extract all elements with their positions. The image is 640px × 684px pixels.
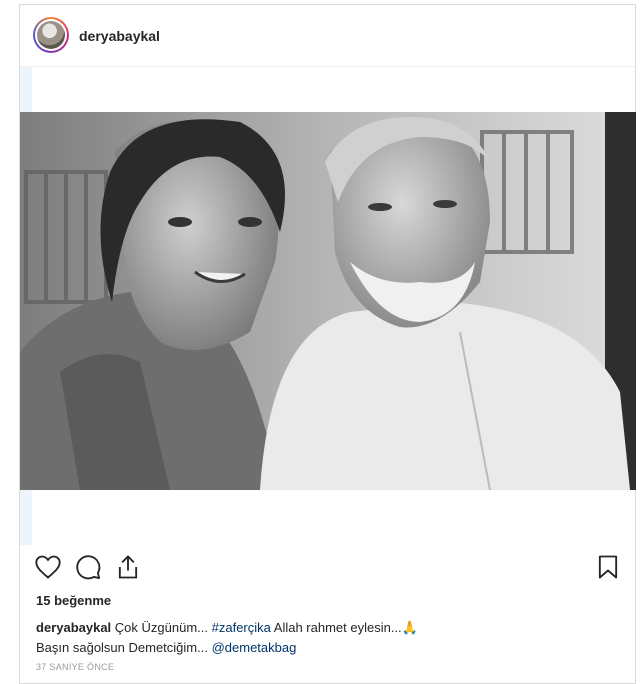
post-timestamp[interactable]: 37 SANİYE ÖNCE: [36, 662, 114, 672]
avatar[interactable]: [33, 17, 69, 53]
comment-bubble-icon: [76, 555, 101, 580]
share-button[interactable]: [114, 553, 144, 583]
image-margin-top: [20, 67, 32, 112]
mention-link[interactable]: @demetakbag: [212, 640, 297, 655]
like-count[interactable]: 15 beğenme: [36, 593, 111, 608]
caption-text: Çok Üzgünüm...: [114, 620, 208, 635]
pray-emoji: 🙏: [401, 620, 418, 635]
comment-button[interactable]: [74, 553, 104, 583]
avatar-inner: [35, 19, 67, 51]
avatar-image: [37, 21, 65, 49]
heart-icon: [35, 555, 61, 579]
instagram-post: deryabaykal 15 beğenme deryabaykal Çok Ü…: [19, 4, 636, 684]
image-margin-bottom: [20, 490, 32, 545]
save-button[interactable]: [594, 553, 624, 583]
post-username[interactable]: deryabaykal: [79, 28, 160, 44]
share-icon: [118, 555, 138, 579]
like-button[interactable]: [34, 553, 64, 583]
caption-username[interactable]: deryabaykal: [36, 620, 111, 635]
hashtag-link[interactable]: #zaferçika: [212, 620, 271, 635]
caption-line-2: Başın sağolsun Demetciğim...: [36, 640, 208, 655]
action-bar: [20, 553, 635, 587]
post-photo[interactable]: [20, 112, 636, 490]
bookmark-icon: [598, 555, 618, 579]
photo-illustration: [20, 112, 636, 490]
post-header: deryabaykal: [20, 5, 635, 67]
caption: deryabaykal Çok Üzgünüm... #zaferçika Al…: [36, 618, 616, 658]
caption-text-2: Allah rahmet eylesin...: [273, 620, 402, 635]
